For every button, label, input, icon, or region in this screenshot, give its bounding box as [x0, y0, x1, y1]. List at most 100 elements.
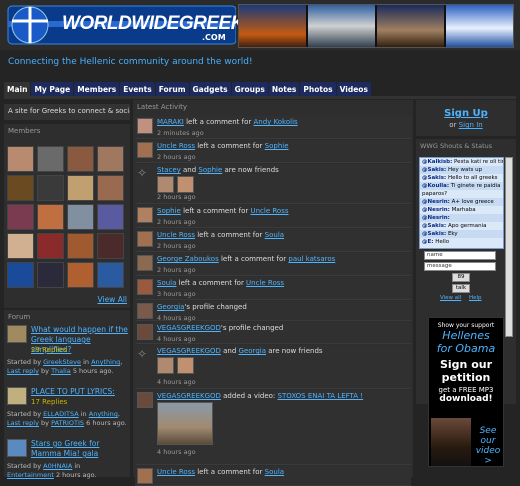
- topic-title-link[interactable]: PLACE TO PUT LYRICS:: [31, 387, 129, 397]
- activity-item: ✧ Stacey and Sophie are now friends 2 hour…: [135, 164, 411, 204]
- obama-banner-ad[interactable]: Show your support Hellenes for Obama Sig…: [428, 317, 504, 467]
- last-reply-user-link[interactable]: PATRIOTIS: [51, 419, 84, 427]
- topic-author-link[interactable]: ELLADITSA: [43, 410, 79, 418]
- member-avatar[interactable]: [97, 204, 124, 230]
- sign-in-link[interactable]: Sign In: [459, 121, 483, 129]
- member-avatar[interactable]: [37, 175, 64, 201]
- shout-talk-button[interactable]: talk: [452, 284, 470, 293]
- shout-scrollbar[interactable]: [505, 157, 513, 337]
- member-avatar[interactable]: [37, 146, 64, 172]
- activity-avatar[interactable]: [137, 468, 153, 484]
- activity-user-link[interactable]: Soula: [157, 279, 176, 287]
- shout-user[interactable]: @Kalkisb:: [422, 159, 452, 165]
- activity-user-link[interactable]: VEGASGREEKGOD: [157, 347, 221, 355]
- shout-user[interactable]: @Nesrin:: [422, 215, 450, 221]
- friend-avatar[interactable]: [157, 176, 174, 193]
- shout-text: paparos?: [422, 191, 448, 197]
- shout-user[interactable]: @Nesrin:: [422, 199, 450, 205]
- activity-avatar[interactable]: [137, 231, 153, 247]
- activity-user-link[interactable]: George Zaboukos: [157, 255, 219, 263]
- last-reply-link[interactable]: Last reply: [7, 367, 39, 375]
- shout-user[interactable]: @Nesrin:: [422, 207, 450, 213]
- activity-target-link[interactable]: paul katsaros: [288, 255, 335, 263]
- activity-target-link[interactable]: Georgia: [239, 347, 266, 355]
- activity-action: and: [180, 166, 199, 174]
- activity-user-link[interactable]: Sophie: [157, 207, 181, 215]
- activity-target-link[interactable]: Uncle Ross: [246, 279, 284, 287]
- member-avatar[interactable]: [97, 146, 124, 172]
- activity-avatar[interactable]: [137, 255, 153, 271]
- member-avatar[interactable]: [7, 146, 34, 172]
- activity-user-link[interactable]: MARAKI: [157, 118, 184, 126]
- topic-category-link[interactable]: Entertainment: [7, 471, 54, 479]
- topic-category-link[interactable]: Anything: [89, 410, 118, 418]
- activity-target-link[interactable]: Sophie: [265, 142, 289, 150]
- video-thumbnail[interactable]: [157, 402, 213, 445]
- member-avatar[interactable]: [67, 262, 94, 288]
- sign-up-link[interactable]: Sign Up: [444, 108, 488, 119]
- activity-avatar[interactable]: [137, 118, 153, 134]
- member-avatar[interactable]: [7, 233, 34, 259]
- members-view-all-link[interactable]: View All: [98, 295, 127, 304]
- member-avatar[interactable]: [67, 175, 94, 201]
- member-avatar[interactable]: [97, 233, 124, 259]
- member-avatar[interactable]: [7, 175, 34, 201]
- shout-name-input[interactable]: name: [424, 251, 496, 260]
- shout-view-all-link[interactable]: View all: [440, 295, 461, 301]
- shout-help-link[interactable]: Help: [469, 295, 482, 301]
- activity-target-link[interactable]: Uncle Ross: [251, 207, 289, 215]
- last-reply-link[interactable]: Last reply: [7, 419, 39, 427]
- topic-thumbnail[interactable]: [7, 439, 27, 457]
- topic-author-link[interactable]: GreekSteve: [43, 358, 81, 366]
- member-avatar[interactable]: [37, 204, 64, 230]
- activity-avatar[interactable]: [137, 142, 153, 158]
- friend-avatar[interactable]: [177, 176, 194, 193]
- shout-message: paparos?: [420, 190, 503, 198]
- activity-avatar[interactable]: [137, 324, 153, 340]
- activity-avatar[interactable]: [137, 207, 153, 223]
- shout-message-input[interactable]: message: [424, 262, 496, 271]
- activity-target-link[interactable]: Soula: [265, 468, 284, 476]
- topic-category-link[interactable]: Anything: [91, 358, 120, 366]
- activity-avatar[interactable]: [137, 303, 153, 319]
- activity-target-link[interactable]: Andy Kokolis: [254, 118, 298, 126]
- friends-icon[interactable]: ✧: [137, 166, 153, 182]
- friends-icon[interactable]: ✧: [137, 347, 153, 363]
- member-avatar[interactable]: [37, 262, 64, 288]
- member-avatar[interactable]: [97, 175, 124, 201]
- shout-user[interactable]: @Sakis:: [422, 223, 446, 229]
- member-avatar[interactable]: [67, 204, 94, 230]
- shout-user[interactable]: @Sakis:: [422, 167, 446, 173]
- member-avatar[interactable]: [7, 204, 34, 230]
- friend-avatar[interactable]: [177, 357, 194, 374]
- activity-target-link[interactable]: STOXOS ENAI TA LEFTA !: [278, 392, 364, 400]
- shout-user[interactable]: @Sakis:: [422, 175, 446, 181]
- member-avatar[interactable]: [67, 233, 94, 259]
- activity-target-link[interactable]: Sophie: [198, 166, 222, 174]
- shout-user[interactable]: @Sakis:: [422, 231, 446, 237]
- activity-user-link[interactable]: VEGASGREEKGOD: [157, 324, 221, 332]
- activity-target-link[interactable]: Soula: [265, 231, 284, 239]
- member-avatar[interactable]: [7, 262, 34, 288]
- activity-user-link[interactable]: Stacey: [157, 166, 181, 174]
- activity-user-link[interactable]: Uncle Ross: [157, 468, 195, 476]
- last-reply-user-link[interactable]: Thalia: [51, 367, 71, 375]
- member-avatar[interactable]: [37, 233, 64, 259]
- topic-thumbnail[interactable]: [7, 325, 27, 343]
- topic-author-link[interactable]: A0HNAIA: [43, 462, 72, 470]
- activity-user-link[interactable]: Uncle Ross: [157, 142, 195, 150]
- topic-thumbnail[interactable]: [7, 387, 27, 405]
- topic-title-link[interactable]: Stars go Greek for Mamma Mia! gala: [31, 439, 129, 459]
- activity-user-link[interactable]: Georgia: [157, 303, 184, 311]
- activity-user-link[interactable]: Uncle Ross: [157, 231, 195, 239]
- member-avatar[interactable]: [97, 262, 124, 288]
- activity-avatar[interactable]: [137, 392, 153, 408]
- site-logo[interactable]: WORLDWIDEGREEKS .COM: [6, 4, 257, 46]
- activity-user-link[interactable]: VEGASGREEKGOD: [157, 392, 221, 400]
- friend-avatar[interactable]: [157, 357, 174, 374]
- member-avatar[interactable]: [67, 146, 94, 172]
- shout-user[interactable]: @E:: [422, 239, 433, 245]
- activity-avatar[interactable]: [137, 279, 153, 295]
- shout-user[interactable]: @Koulla:: [422, 183, 449, 189]
- shout-message: @Nesrin:: [420, 214, 503, 222]
